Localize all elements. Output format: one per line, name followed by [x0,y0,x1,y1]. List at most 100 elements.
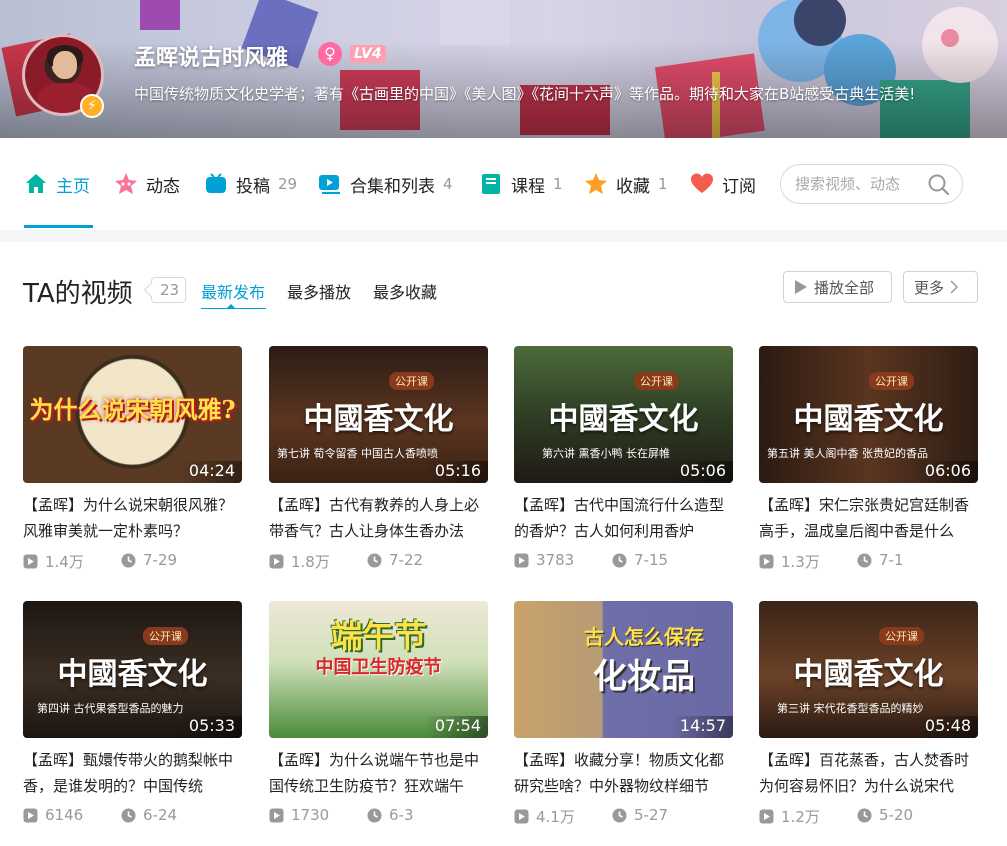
nav-collections-label: 合集和列表 [350,176,435,197]
nav-uploads[interactable]: 投稿 29 [204,168,297,200]
publish-date: 5-27 [612,806,668,824]
video-duration: 14:57 [669,716,733,738]
video-duration: 04:24 [178,461,242,483]
video-duration: 06:06 [914,461,978,483]
video-cover[interactable]: 古人怎么保存 化妆品 14:57 [514,601,733,738]
play-count-icon [759,809,774,824]
nav-home[interactable]: 主页 [24,168,90,200]
publish-date: 6-24 [121,806,177,824]
cover-tag: 公开课 [634,372,679,390]
video-icon [204,172,228,196]
video-meta: 1.3万 7-1 [759,551,978,571]
cover-title: 中國香文化 [793,657,944,692]
video-card[interactable]: 公开课 中國香文化 第六讲 熏香小鸭 长在屏帷 05:06 【孟晖】古代中国流行… [514,346,733,569]
publish-date-value: 7-1 [879,551,904,569]
cover-subtitle: 第三讲 宋代花香型香品的精妙 [777,702,924,715]
cover-subtitle: 第四讲 古代果香型香品的魅力 [37,702,184,715]
video-title[interactable]: 【孟晖】甄嬛传带火的鹅梨帐中香，是谁发明的？中国传统 [23,747,242,799]
cover-tag: 公开课 [869,372,914,390]
video-cover[interactable]: 公开课 中國香文化 第七讲 荀令留香 中国古人香喷喷 05:16 [269,346,488,483]
video-card[interactable]: 端午节 中国卫生防疫节 07:54 【孟晖】为什么说端午节也是中国传统卫生防疫节… [269,601,488,824]
play-all-label: 播放全部 [814,278,875,297]
play-all-button[interactable]: 播放全部 [783,271,892,303]
nav-favorites[interactable]: 收藏 1 [584,168,668,200]
level-badge: LV4 [350,45,386,63]
nav-active-indicator [24,225,93,228]
video-title[interactable]: 【孟晖】百花蒸香，古人焚香时为何容易怀旧？为什么说宋代 [759,747,978,799]
video-cover[interactable]: 端午节 中国卫生防疫节 07:54 [269,601,488,738]
video-meta: 1.8万 7-22 [269,551,488,571]
video-meta: 1.2万 5-20 [759,806,978,826]
cover-title: 中國香文化 [793,402,944,437]
video-card[interactable]: 公开课 中國香文化 第四讲 古代果香型香品的魅力 05:33 【孟晖】甄嬛传带火… [23,601,242,824]
video-title[interactable]: 【孟晖】古代中国流行什么造型的香炉？古人如何利用香炉 [514,492,733,544]
clock-icon [121,553,136,567]
nav-dynamic[interactable]: 动态 [114,168,180,200]
video-title[interactable]: 【孟晖】为什么说宋朝很风雅？风雅审美就一定朴素吗？ [23,492,242,544]
publish-date: 6-3 [367,806,414,824]
tab-most-played[interactable]: 最多播放 [287,279,351,303]
publish-date-value: 5-20 [879,806,914,824]
play-count-value: 1.4万 [45,553,84,571]
play-count-value: 6146 [45,806,84,824]
nav-collections[interactable]: 合集和列表 4 [318,168,453,200]
play-count: 1730 [269,806,329,824]
tab-most-favorited[interactable]: 最多收藏 [373,279,437,303]
publish-date: 7-22 [367,551,423,569]
play-count-value: 1.2万 [781,808,820,826]
play-icon [794,279,808,295]
nav-subscriptions[interactable]: 订阅 [690,168,756,200]
play-count: 1.4万 [23,551,84,572]
play-count-icon [269,554,284,569]
nav-subscriptions-label: 订阅 [722,176,756,197]
video-card[interactable]: 公开课 中國香文化 第三讲 宋代花香型香品的精妙 05:48 【孟晖】百花蒸香，… [759,601,978,826]
video-card[interactable]: 为什么说宋朝风雅? 04:24 【孟晖】为什么说宋朝很风雅？风雅审美就一定朴素吗… [23,346,242,571]
video-title[interactable]: 【孟晖】为什么说端午节也是中国传统卫生防疫节？狂欢端午 [269,747,488,799]
publish-date-value: 7-15 [634,551,669,569]
publish-date: 5-20 [857,806,913,824]
section-count: 23 [151,277,187,303]
profile-sign: 中国传统物质文化史学者；著有《古画里的中国》《美人图》《花间十六声》等作品。期待… [134,85,916,103]
more-button[interactable]: 更多 [903,271,978,303]
cover-title: 为什么说宋朝风雅? [29,395,236,424]
publish-date-value: 7-29 [143,551,178,569]
search-box[interactable] [780,164,963,204]
search-input[interactable] [795,173,925,195]
tab-active-caret [226,304,236,309]
nav-collections-count: 4 [443,175,453,193]
cover-title: 化妆品 [593,657,695,697]
clock-icon [612,553,627,567]
video-cover[interactable]: 为什么说宋朝风雅? 04:24 [23,346,242,483]
cover-title: 端午节 [330,617,427,655]
video-card[interactable]: 公开课 中國香文化 第五讲 美人阁中香 张贵妃的香品 06:06 【孟晖】宋仁宗… [759,346,978,571]
tab-latest[interactable]: 最新发布 [201,279,265,303]
more-label: 更多 [914,278,945,297]
video-card[interactable]: 古人怎么保存 化妆品 14:57 【孟晖】收藏分享！物质文化都研究些啥？中外器物… [514,601,733,826]
video-title[interactable]: 【孟晖】古代有教养的人身上必带香气？古人让身体生香办法 [269,492,488,544]
video-duration: 05:48 [914,716,978,738]
video-cover[interactable]: 公开课 中國香文化 第四讲 古代果香型香品的魅力 05:33 [23,601,242,738]
cover-tag: 中国卫生防疫节 [315,657,442,678]
video-cover[interactable]: 公开课 中國香文化 第五讲 美人阁中香 张贵妃的香品 06:06 [759,346,978,483]
play-count: 6146 [23,806,83,824]
cover-subtitle: 第五讲 美人阁中香 张贵妃的香品 [767,447,928,460]
publish-date-value: 6-24 [143,806,178,824]
video-card[interactable]: 公开课 中國香文化 第七讲 荀令留香 中国古人香喷喷 05:16 【孟晖】古代有… [269,346,488,571]
video-title[interactable]: 【孟晖】宋仁宗张贵妃宫廷制香高手，温成皇后阁中香是什么 [759,492,978,544]
star-icon [584,172,608,196]
video-meta: 1.4万 7-29 [23,551,242,571]
cover-subtitle: 第六讲 熏香小鸭 长在屏帷 [542,447,670,460]
video-title[interactable]: 【孟晖】收藏分享！物质文化都研究些啥？中外器物纹样细节 [514,747,733,799]
publish-date-value: 7-22 [389,551,424,569]
publish-date-value: 6-3 [389,806,414,824]
cover-tag: 公开课 [143,627,188,645]
search-icon[interactable] [927,173,951,201]
video-cover[interactable]: 公开课 中國香文化 第三讲 宋代花香型香品的精妙 05:48 [759,601,978,738]
publish-date: 7-15 [612,551,668,569]
play-count-value: 4.1万 [536,808,575,826]
play-count-icon [23,808,38,822]
videos-panel: TA的视频 23 最新发布 最多播放 最多收藏 播放全部 更多 为什么说宋朝风雅… [0,242,1007,846]
clock-icon [612,808,627,822]
nav-courses[interactable]: 课程 1 [479,168,563,200]
video-cover[interactable]: 公开课 中國香文化 第六讲 熏香小鸭 长在屏帷 05:06 [514,346,733,483]
